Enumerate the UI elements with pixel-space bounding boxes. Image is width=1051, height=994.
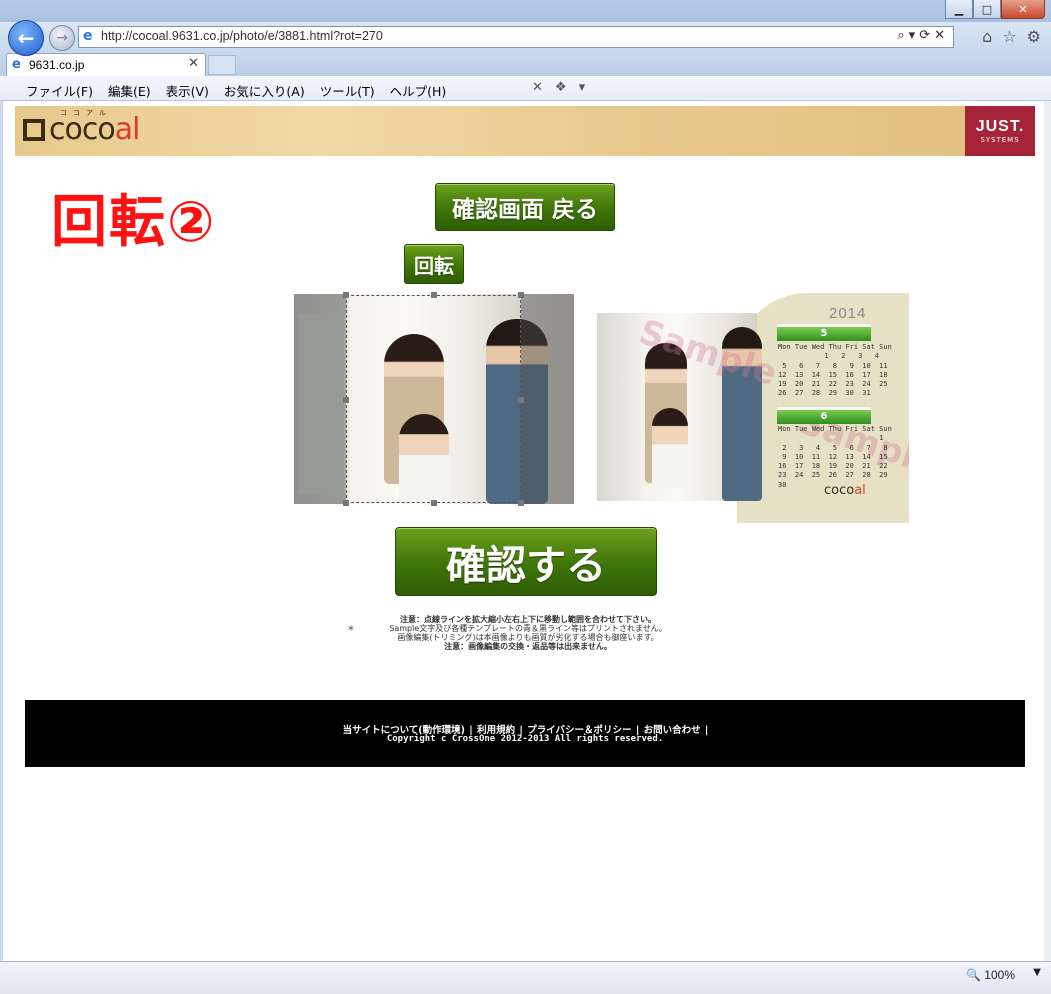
crop-handle-tl[interactable] xyxy=(343,292,349,298)
crop-handle-r[interactable] xyxy=(518,397,524,403)
browser-window: ▁ □ ✕ ← → e http://cocoal.9631.co.jp/pho… xyxy=(0,0,1051,994)
menu-file[interactable]: ファイル(F) xyxy=(26,81,93,100)
menu-items: ファイル(F) 編集(E) 表示(V) お気に入り(A) ツール(T) ヘルプ(… xyxy=(26,81,446,100)
favorites-star-icon[interactable]: ☆ xyxy=(1002,27,1016,46)
calendar-month2-grid: Mon Tue Wed Thu Fri Sat Sun 1 2 3 4 5 6 … xyxy=(778,425,892,489)
ie-tab-icon: e xyxy=(12,57,21,72)
new-tab-button[interactable] xyxy=(208,55,236,75)
site-footer: 当サイトについて(動作環境) | 利用規約 | プライバシー＆ポリシー | お問… xyxy=(25,700,1025,767)
back-arrow-icon[interactable]: ← xyxy=(8,20,44,56)
address-bar[interactable]: e http://cocoal.9631.co.jp/photo/e/3881.… xyxy=(78,26,954,48)
menu-help[interactable]: ヘルプ(H) xyxy=(390,81,447,100)
crop-handle-tr[interactable] xyxy=(518,292,524,298)
crop-handle-br[interactable] xyxy=(518,500,524,506)
address-actions[interactable]: ⌕▾⟳✕ xyxy=(897,28,949,43)
calendar-month1-grid: Mon Tue Wed Thu Fri Sat Sun 1 2 3 4 5 6 … xyxy=(778,343,892,398)
calendar-preview: Sample Sample 2014 5 Mon Tue Wed Thu Fri… xyxy=(597,293,909,523)
badge-line2: SYSTEMS xyxy=(980,136,1020,144)
note-line2: Sample文字及び各種テンプレートの青＆黒ライン等はプリントされません。 xyxy=(389,624,667,633)
menu-tools[interactable]: ツール(T) xyxy=(320,81,375,100)
crop-handle-b[interactable] xyxy=(431,500,437,506)
calendar-month2-header: 6 xyxy=(777,407,871,424)
calendar-logo: cocoal xyxy=(824,483,866,498)
ie-page-icon: e xyxy=(83,28,93,44)
close-window-icon[interactable]: ✕ xyxy=(1001,0,1045,19)
command-tools: ✕ ❖ ▾ xyxy=(532,80,585,95)
minimize-icon[interactable]: ▁ xyxy=(945,0,973,19)
crop-shade-left xyxy=(294,294,346,504)
cocoal-logo[interactable]: cocoal ココアル xyxy=(23,109,140,147)
crop-shade-right xyxy=(521,294,574,504)
crop-handle-t[interactable] xyxy=(431,292,437,298)
rotate-button[interactable]: 回転 xyxy=(404,244,464,284)
dropdown-arrow-icon[interactable]: ▾ xyxy=(579,80,586,95)
page-content: cocoal ココアル JUST. SYSTEMS 回転② 確認画面 戻る 回転 xyxy=(3,101,1044,961)
url-text[interactable]: http://cocoal.9631.co.jp/photo/e/3881.ht… xyxy=(101,29,383,43)
status-bar: 🔍 100% ▼ xyxy=(0,961,1051,994)
calendar-year: 2014 xyxy=(829,305,867,322)
close-toolbar-icon[interactable]: ✕ xyxy=(532,80,543,95)
preview-child xyxy=(652,408,688,488)
menu-favorites[interactable]: お気に入り(A) xyxy=(224,81,305,100)
note-asterisk: ＊ xyxy=(347,624,355,633)
confirm-button[interactable]: 確認する xyxy=(395,527,657,596)
back-to-confirm-button[interactable]: 確認画面 戻る xyxy=(435,183,615,231)
note-line4: 注意：画像編集の交換・返品等は出来ません。 xyxy=(444,642,612,651)
zoom-dropdown-icon[interactable]: ▼ xyxy=(1033,967,1041,978)
menu-view[interactable]: 表示(V) xyxy=(166,81,209,100)
badge-line1: JUST. xyxy=(975,118,1025,135)
forward-arrow-icon[interactable]: → xyxy=(49,25,75,51)
window-controls: ▁ □ ✕ xyxy=(945,0,1045,19)
zoom-level[interactable]: 🔍 100% xyxy=(966,968,1015,982)
justsystems-badge[interactable]: JUST. SYSTEMS xyxy=(965,106,1035,156)
logo-ruby: ココアル xyxy=(60,109,112,117)
logo-box-icon xyxy=(23,118,45,141)
browser-tools: ⌂ ☆ ⚙ xyxy=(982,27,1041,46)
maximize-icon[interactable]: □ xyxy=(973,0,1001,19)
site-header: cocoal ココアル JUST. SYSTEMS xyxy=(15,106,1035,156)
note-line3: 画像編集(トリミング)は本画像よりも画質が劣化する場合も御座います。 xyxy=(397,633,659,642)
tab-close-icon[interactable]: ✕ xyxy=(188,56,199,71)
crop-selection-box[interactable] xyxy=(346,295,521,503)
calendar-month1-header: 5 xyxy=(777,324,871,341)
tab-label: 9631.co.jp xyxy=(29,58,85,72)
note-line1: 注意：点線ラインを拡大縮小左右上下に移動し範囲を合わせて下さい。 xyxy=(400,615,656,624)
home-icon[interactable]: ⌂ xyxy=(982,27,992,46)
step-annotation: 回転② xyxy=(51,190,217,255)
title-bar: ▁ □ ✕ xyxy=(0,0,1051,22)
menu-edit[interactable]: 編集(E) xyxy=(108,81,151,100)
notes-block: ＊ 注意：点線ラインを拡大縮小左右上下に移動し範囲を合わせて下さい。 Sampl… xyxy=(343,615,713,651)
tab-active[interactable]: e 9631.co.jp ✕ xyxy=(6,53,206,76)
footer-copyright: Copyright c CrossOne 2012-2013 All right… xyxy=(386,734,664,744)
page-edge xyxy=(1044,101,1051,961)
crop-handle-bl[interactable] xyxy=(343,500,349,506)
translate-icon[interactable]: ❖ xyxy=(555,80,567,95)
settings-gear-icon[interactable]: ⚙ xyxy=(1027,27,1041,46)
menu-bar: ファイル(F) 編集(E) 表示(V) お気に入り(A) ツール(T) ヘルプ(… xyxy=(0,76,1051,101)
crop-handle-l[interactable] xyxy=(343,397,349,403)
